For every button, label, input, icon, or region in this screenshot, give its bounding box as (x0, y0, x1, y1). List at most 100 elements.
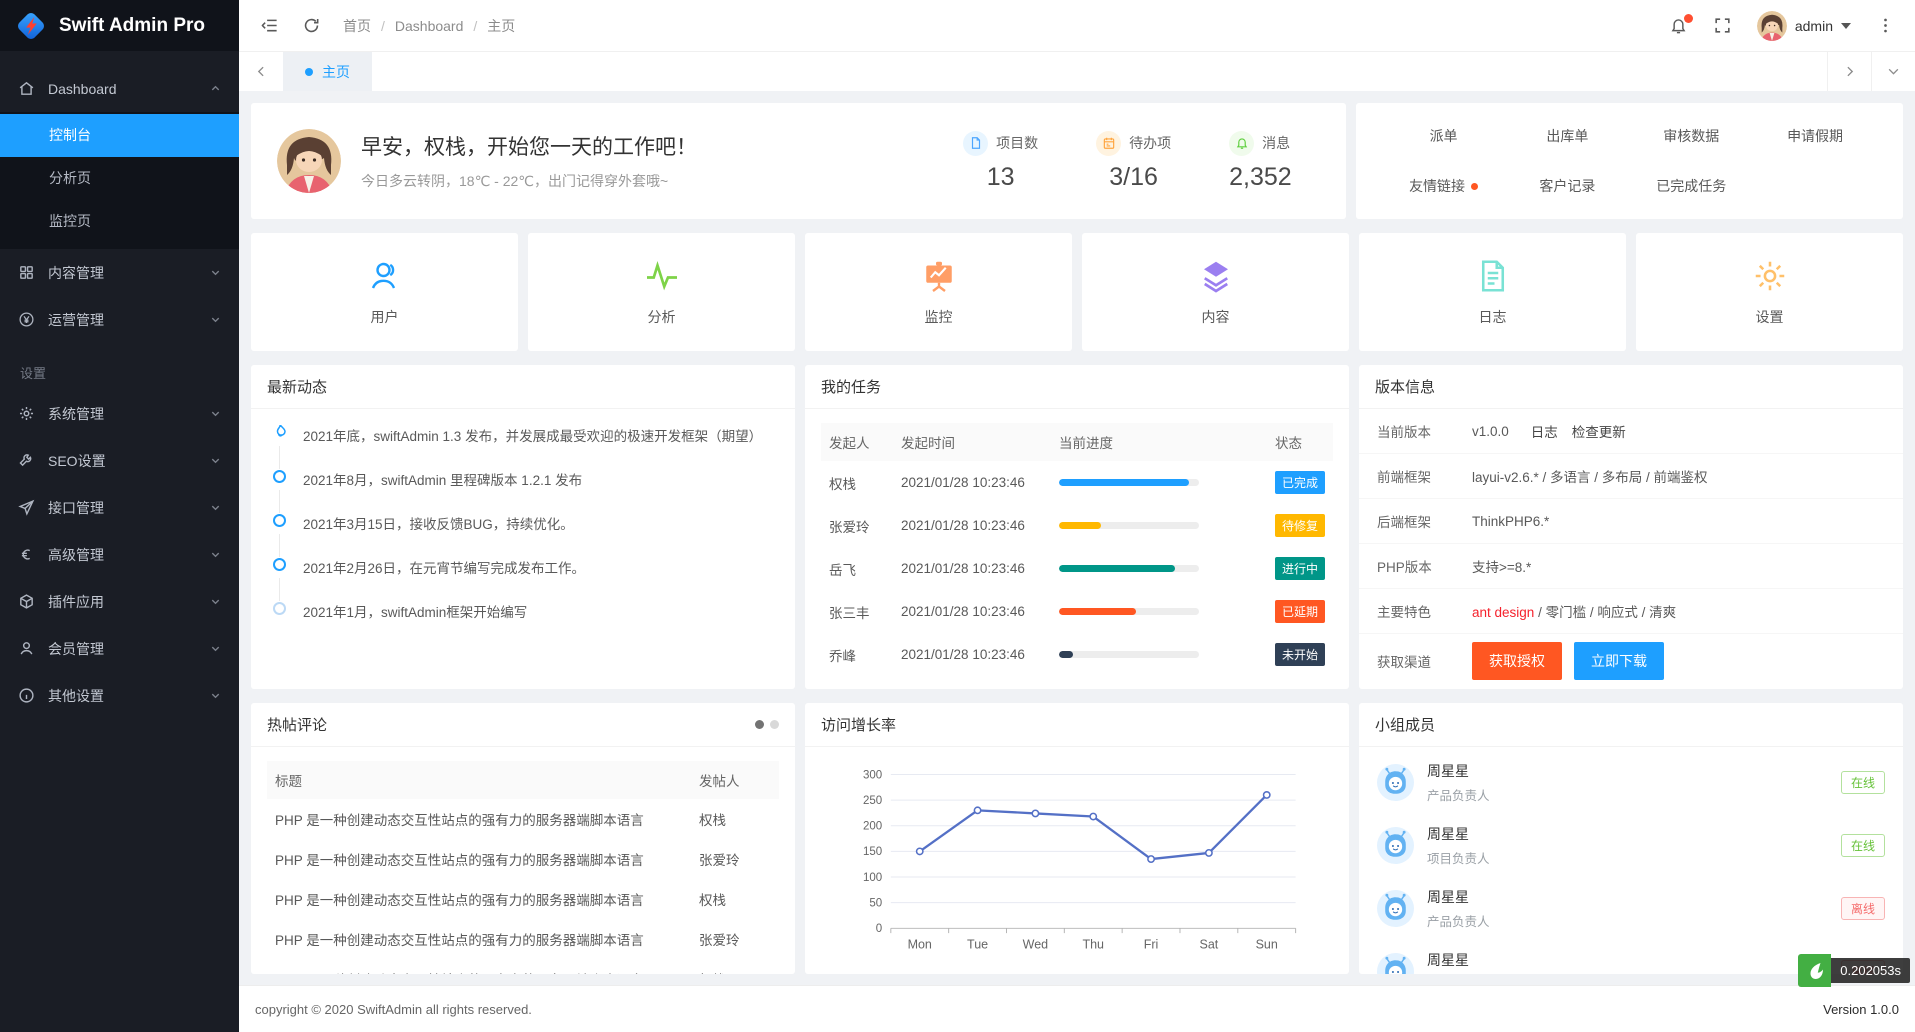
chevron-down-icon (210, 641, 221, 657)
panel-title: 最新动态 (267, 376, 327, 397)
carousel-dot-active[interactable] (755, 720, 764, 729)
user-avatar (1757, 11, 1787, 41)
collapse-sidebar-icon[interactable] (259, 16, 279, 36)
table-row: PHP 是一种创建动态交互性站点的强有力的服务器端脚本语言权栈 (267, 799, 779, 839)
progress-bar (1059, 608, 1136, 615)
changelog-link[interactable]: 日志 (1531, 421, 1558, 441)
member-role: 产品负责人 (1427, 785, 1490, 804)
quick-link-customers[interactable]: 客户记录 (1505, 176, 1629, 196)
timeline-dot-icon (273, 470, 286, 483)
svg-text:0: 0 (876, 923, 882, 935)
menu-label: 高级管理 (48, 545, 104, 565)
dashboard-submenu: 控制台 分析页 监控页 (0, 112, 239, 249)
check-update-link[interactable]: 检查更新 (1572, 421, 1626, 441)
app-logo[interactable]: Swift Admin Pro (0, 0, 239, 51)
shortcut-users[interactable]: 用户 (251, 233, 518, 351)
member-role: 产品负责人 (1427, 911, 1490, 930)
sidebar-item-other[interactable]: 其他设置 (0, 672, 239, 719)
download-button[interactable]: 立即下载 (1574, 642, 1664, 680)
quick-link-dispatch[interactable]: 派单 (1382, 126, 1506, 146)
version-row-backend: 后端框架 ThinkPHP6.* (1359, 499, 1903, 544)
table-row: PHP 是一种创建动态交互性站点的强有力的服务器端脚本语言权栈 (267, 959, 779, 974)
sidebar-item-console[interactable]: 控制台 (0, 114, 239, 157)
progress-bar (1059, 565, 1175, 572)
stat-value: 3/16 (1096, 163, 1171, 192)
shortcut-content[interactable]: 内容 (1082, 233, 1349, 351)
tabs-scroll-right-icon[interactable] (1827, 52, 1871, 91)
quick-link-done-tasks[interactable]: 已完成任务 (1629, 176, 1753, 196)
logo-icon (13, 8, 49, 44)
breadcrumb-dashboard[interactable]: Dashboard (395, 18, 464, 34)
refresh-icon[interactable] (301, 16, 321, 36)
tabs-scroll-left-icon[interactable] (239, 52, 283, 91)
visit-chart: 050100150200250300MonTueWedThuFriSatSun (805, 747, 1349, 961)
top-header: 首页 / Dashboard / 主页 (239, 0, 1915, 51)
list-item: 周星星 项目负责人 在线 (1377, 814, 1885, 877)
debug-trace-badge[interactable]: 0.202053s (1798, 954, 1910, 987)
carousel-dot[interactable] (770, 720, 779, 729)
quick-link-outbound[interactable]: 出库单 (1505, 126, 1629, 146)
ant-design-link[interactable]: ant design (1472, 605, 1534, 620)
progress-bar (1059, 651, 1073, 658)
info-icon (18, 687, 35, 704)
timeline-text: 2021年1月，swiftAdmin框架开始编写 (303, 605, 527, 620)
sidebar-item-member[interactable]: 会员管理 (0, 625, 239, 672)
version-row-channel: 获取渠道 获取授权 立即下载 (1359, 634, 1903, 688)
column-header: 发帖人 (691, 761, 779, 799)
shortcut-monitor[interactable]: 监控 (805, 233, 1072, 351)
tabs-dropdown-icon[interactable] (1871, 52, 1915, 91)
breadcrumb-home[interactable]: 首页 (343, 16, 371, 36)
menu-label: Dashboard (48, 81, 117, 97)
weather-subtitle: 今日多云转阴，18℃ - 22℃，出门记得穿外套哦~ (361, 171, 697, 191)
quick-link-audit[interactable]: 审核数据 (1629, 126, 1753, 146)
sidebar-item-advanced[interactable]: 高级管理 (0, 531, 239, 578)
user-menu[interactable]: admin (1757, 11, 1851, 41)
sidebar-item-system[interactable]: 系统管理 (0, 390, 239, 437)
send-icon (18, 499, 35, 516)
version-row-frontend: 前端框架 layui-v2.6.* / 多语言 / 多布局 / 前端鉴权 (1359, 454, 1903, 499)
table-row: PHP 是一种创建动态交互性站点的强有力的服务器端脚本语言权栈 (267, 879, 779, 919)
more-options-icon[interactable] (1875, 16, 1895, 36)
sidebar-item-operation[interactable]: 运营管理 (0, 296, 239, 343)
version-label: Version 1.0.0 (1823, 1002, 1899, 1017)
tab-spacer (372, 52, 1827, 91)
quick-link-leave[interactable]: 申请假期 (1753, 126, 1877, 146)
shortcut-settings[interactable]: 设置 (1636, 233, 1903, 351)
panel-title: 小组成员 (1375, 714, 1435, 735)
chevron-down-icon (210, 500, 221, 516)
execution-time: 0.202053s (1831, 958, 1910, 983)
svg-text:Thu: Thu (1082, 938, 1104, 952)
get-license-button[interactable]: 获取授权 (1472, 642, 1562, 680)
svg-text:250: 250 (863, 795, 882, 807)
carousel-dots (755, 720, 779, 729)
svg-text:Fri: Fri (1144, 938, 1159, 952)
timeline-text: 2021年8月，swiftAdmin 里程碑版本 1.2.1 发布 (303, 473, 582, 488)
sidebar-item-api[interactable]: 接口管理 (0, 484, 239, 531)
quick-link-friendlinks[interactable]: 友情链接 (1382, 176, 1506, 196)
red-dot-badge (1471, 183, 1478, 190)
sidebar-item-monitor[interactable]: 监控页 (0, 200, 239, 243)
sidebar-item-content[interactable]: 内容管理 (0, 249, 239, 296)
notifications-bell-icon[interactable] (1669, 16, 1689, 36)
sidebar-item-dashboard[interactable]: Dashboard (0, 65, 239, 112)
version-row-feature: 主要特色 ant design / 零门槛 / 响应式 / 清爽 (1359, 589, 1903, 634)
menu-label: SEO设置 (48, 451, 106, 471)
sidebar-item-seo[interactable]: SEO设置 (0, 437, 239, 484)
shortcut-logs[interactable]: 日志 (1359, 233, 1626, 351)
tab-bar: 主页 (239, 51, 1915, 91)
sidebar-item-analysis[interactable]: 分析页 (0, 157, 239, 200)
tab-home[interactable]: 主页 (283, 52, 372, 91)
svg-text:50: 50 (869, 898, 882, 910)
username: admin (1795, 18, 1833, 34)
timeline-dot-icon (273, 602, 286, 615)
shortcut-analysis[interactable]: 分析 (528, 233, 795, 351)
svg-text:200: 200 (863, 821, 882, 833)
sidebar-item-plugin[interactable]: 插件应用 (0, 578, 239, 625)
tasks-table: 发起人 发起时间 当前进度 状态 权栈2021/01/28 10:23:46 已… (821, 423, 1333, 676)
page-content: 早安，权栈，开始您一天的工作吧！ 今日多云转阴，18℃ - 22℃，出门记得穿外… (239, 91, 1915, 985)
fullscreen-icon[interactable] (1713, 16, 1733, 36)
panel-title: 热帖评论 (267, 714, 327, 735)
panel-title: 访问增长率 (821, 714, 896, 735)
stat-label: 消息 (1262, 133, 1290, 153)
main-area: 首页 / Dashboard / 主页 (239, 0, 1915, 1032)
